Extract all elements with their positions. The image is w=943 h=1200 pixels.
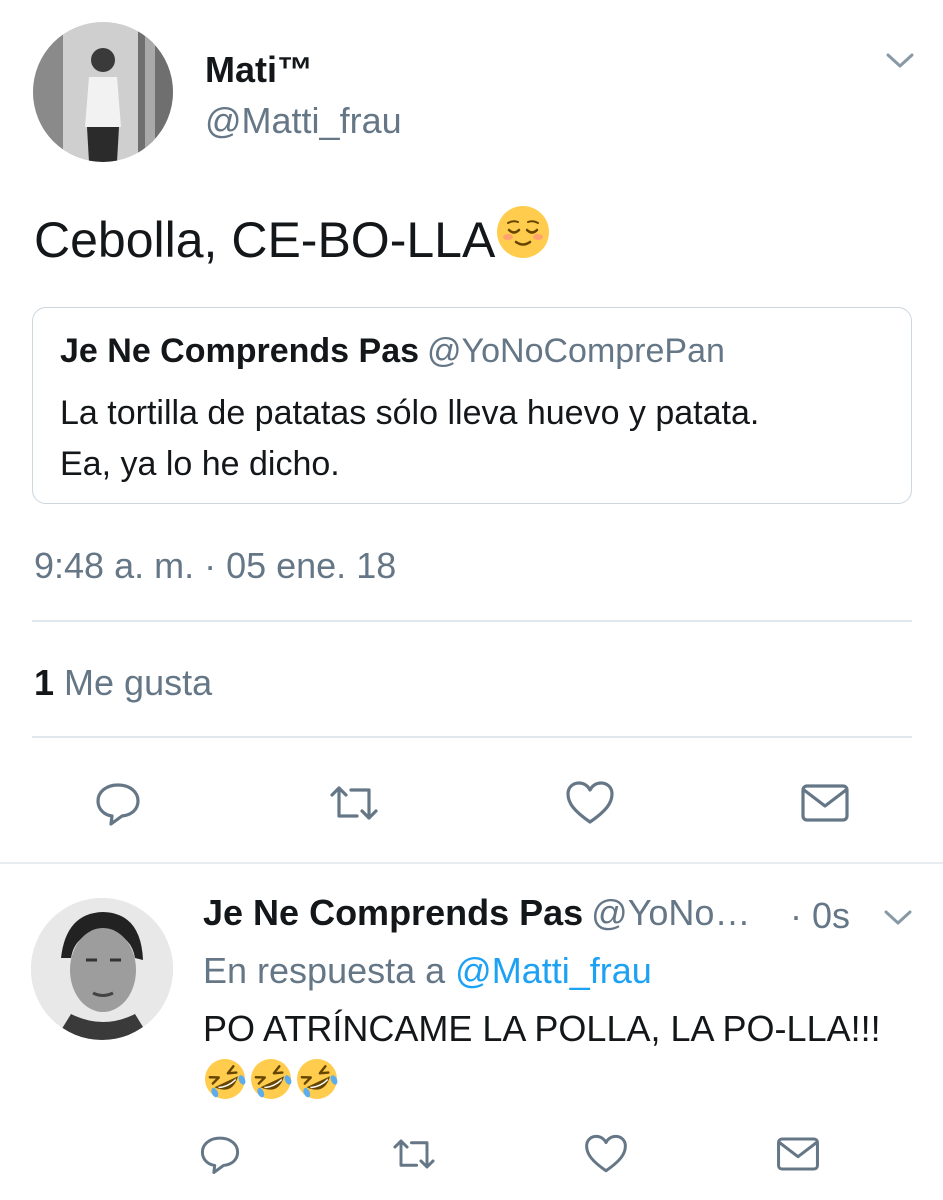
direct-message-button[interactable] [773, 1130, 823, 1178]
tweet-text: Cebolla, CE-BO-LLA [34, 204, 551, 275]
reply-text: PO ATRÍNCAME LA POLLA, LA PO-LLA!!! [203, 1008, 881, 1049]
likes-count: 1 [34, 662, 55, 703]
retweet-button[interactable] [323, 775, 385, 831]
tweet-timestamp[interactable]: 9:48 a. m. · 05 ene. 18 [34, 545, 396, 587]
divider [32, 620, 912, 622]
author-name[interactable]: Mati™ [205, 49, 313, 91]
retweet-icon [393, 1139, 435, 1169]
rolling-on-floor-laughing-emoji [295, 1057, 339, 1106]
direct-message-icon [777, 1137, 819, 1171]
reply-author-avatar[interactable] [31, 898, 173, 1040]
reply-emojis [203, 1057, 339, 1106]
thread-separator [0, 862, 943, 864]
reply-author-handle[interactable]: @YoNo… [591, 892, 750, 933]
reply-time[interactable]: · 0s [790, 895, 850, 937]
quoted-tweet-header: Je Ne Comprends Pas @YoNoComprePan [60, 332, 725, 371]
chevron-down-icon[interactable] [882, 907, 914, 934]
quoted-tweet-line: Ea, ya lo he dicho. [60, 445, 340, 483]
direct-message-icon [801, 784, 849, 822]
reply-header: Je Ne Comprends Pas @YoNo… [203, 892, 750, 934]
chevron-down-icon[interactable] [884, 50, 916, 77]
quoted-author-handle: @YoNoComprePan [427, 332, 725, 370]
divider [32, 736, 912, 738]
reply-author-name[interactable]: Je Ne Comprends Pas [203, 892, 583, 933]
direct-message-button[interactable] [797, 775, 853, 831]
quoted-tweet-text: La tortilla de patatas sólo lleva huevo … [60, 388, 900, 490]
rolling-on-floor-laughing-emoji [203, 1057, 247, 1106]
retweet-icon [330, 786, 378, 820]
reply-button[interactable] [196, 1130, 244, 1178]
in-reply-to-prefix: En respuesta a [203, 950, 446, 991]
like-button[interactable] [582, 1130, 630, 1178]
like-button[interactable] [562, 775, 618, 831]
likes-stat[interactable]: 1 Me gusta [34, 662, 212, 704]
relieved-face-emoji [495, 204, 551, 275]
quoted-tweet-card[interactable]: Je Ne Comprends Pas @YoNoComprePan La tor… [32, 307, 912, 504]
like-icon [566, 781, 614, 824]
in-reply-to: En respuesta a @Matti_frau [203, 950, 652, 992]
tweet-text-content: Cebolla, CE-BO-LLA [34, 211, 496, 268]
author-handle[interactable]: @Matti_frau [205, 100, 402, 142]
reply-button[interactable] [90, 775, 146, 831]
rolling-on-floor-laughing-emoji [249, 1057, 293, 1106]
author-avatar[interactable] [33, 22, 173, 162]
in-reply-to-handle[interactable]: @Matti_frau [455, 950, 652, 991]
quoted-tweet-line: La tortilla de patatas sólo lleva huevo … [60, 394, 760, 432]
reply-icon [200, 1136, 240, 1174]
like-icon [585, 1134, 627, 1173]
quoted-author-name: Je Ne Comprends Pas [60, 332, 420, 370]
retweet-button[interactable] [387, 1130, 441, 1178]
reply-icon [96, 783, 140, 826]
likes-label: Me gusta [64, 662, 213, 703]
